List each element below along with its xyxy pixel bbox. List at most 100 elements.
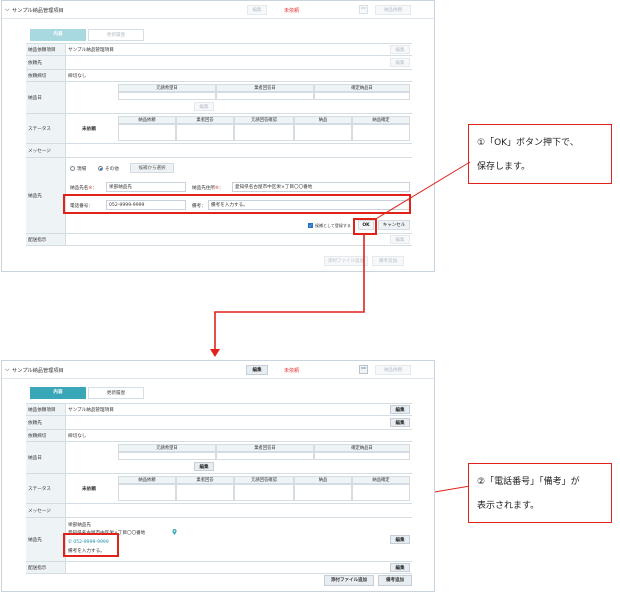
highlight-ok-button (353, 218, 377, 235)
row-status: ステータス 未依頼 納品依頼 業者回答 元請回答確認 納品 納品確定 (26, 114, 412, 144)
cell (118, 92, 216, 100)
row-label: ステータス (26, 114, 66, 143)
status-value: 未依頼 (82, 487, 96, 492)
tab-content[interactable]: 内容 (30, 29, 86, 41)
radio-other[interactable] (98, 166, 103, 171)
col-header: 確定納品日 (314, 84, 410, 92)
deadline-value: 締切なし (68, 434, 87, 439)
header-edit-button[interactable]: 編集 (247, 5, 267, 15)
row-deadline: 依頼締切 締切なし (26, 430, 412, 442)
row-delivery-instruction: 配送指示 編集 (26, 234, 412, 246)
tab-content[interactable]: 内容 (30, 387, 86, 399)
col-header: 元請回答確認 (234, 476, 294, 484)
add-note-button[interactable]: 備考追加 (378, 575, 412, 586)
attach-file-button[interactable]: 添付ファイル追加 (324, 256, 368, 266)
add-note-button[interactable]: 備考追加 (372, 256, 404, 266)
col-header: 元請希望日 (118, 444, 216, 452)
requester-edit-button[interactable]: 編集 (390, 418, 410, 427)
chevron-down-icon[interactable]: ⌵ (5, 366, 10, 374)
row-message: メッセージ (26, 144, 412, 158)
cancel-button[interactable]: キャンセル (378, 220, 410, 230)
row-label: 依頼先 (26, 416, 66, 429)
dest-address-input[interactable]: 愛知県名古屋市中区栄×丁目〇〇番地 (232, 182, 410, 192)
chevron-down-icon[interactable]: ⌵ (5, 6, 10, 14)
header-edit-button[interactable]: 編集 (246, 365, 268, 375)
col-header: 納品確定 (352, 116, 410, 124)
instruction-edit-button[interactable]: 編集 (390, 235, 410, 244)
callout-first: ①「OK」ボタン押下で、 保存します。 (468, 124, 612, 184)
calendar-icon[interactable] (359, 5, 368, 14)
row-delivery-date: 納品日 元請希望日 業者回答日 確定納品日 編集 (26, 82, 412, 114)
col-header: 元請回答確認 (234, 116, 294, 124)
register-candidate-checkbox[interactable]: ✓ (308, 223, 313, 228)
requester-edit-button[interactable]: 編集 (390, 58, 410, 67)
cell (294, 124, 352, 141)
bottom-panel-header: ⌵ サンプル納品管理項目 編集 未依頼 納品依頼 (2, 361, 434, 379)
delivery-date-edit-button[interactable]: 編集 (194, 102, 214, 111)
dest-address-label: 納品先住所※： (192, 186, 224, 191)
row-label: メッセージ (26, 504, 66, 517)
row-label: 納品依頼項目 (26, 44, 66, 55)
map-pin-icon[interactable] (172, 529, 177, 535)
callout-second-line2: 表示されます。 (477, 501, 540, 511)
row-status: ステータス 未依頼 納品依頼 業者回答 元請回答確認 納品 納品確定 (26, 474, 412, 504)
cell (352, 124, 410, 141)
item-value: サンプル納品管理項目 (68, 48, 114, 53)
radio-site[interactable] (70, 166, 75, 171)
cell (118, 124, 176, 141)
header-status: 未依頼 (284, 8, 300, 14)
col-header: 納品 (294, 116, 352, 124)
select-candidate-button[interactable]: 候補から選択 (130, 163, 174, 173)
dest-name-input[interactable]: 栄部納品先 (106, 182, 186, 192)
flow-arrow-head (210, 349, 220, 357)
col-header: 納品確定 (352, 476, 410, 484)
panel-title: サンプル納品管理項目 (12, 368, 64, 374)
col-header: 納品依頼 (118, 116, 176, 124)
tab-history[interactable]: 更新履歴 (88, 29, 144, 41)
cell (118, 484, 176, 501)
col-header: 納品 (294, 476, 352, 484)
deadline-value: 締切なし (68, 74, 87, 79)
callout-second: ②「電話番号」「備考」が 表示されます。 (468, 463, 612, 523)
highlight-saved-phone-note (63, 533, 119, 557)
row-requester: 依頼先 編集 (26, 416, 412, 430)
delivery-date-edit-button[interactable]: 編集 (194, 462, 214, 471)
col-header: 業者回答日 (216, 444, 314, 452)
dest-edit-button[interactable]: 編集 (390, 535, 410, 544)
cell (176, 484, 234, 501)
radio-other-label: その他 (105, 167, 119, 172)
radio-site-label: 現場 (77, 167, 87, 172)
row-label: 納品日 (26, 442, 66, 473)
col-header: 業者回答 (176, 116, 234, 124)
item-edit-button[interactable]: 編集 (390, 405, 410, 414)
row-delivery-instruction: 配送指示 編集 (26, 562, 412, 574)
row-label: 納品依頼項目 (26, 404, 66, 415)
row-requester: 依頼先 編集 (26, 56, 412, 70)
calendar-icon[interactable] (359, 365, 368, 374)
instruction-edit-button[interactable]: 編集 (390, 563, 410, 572)
tab-history[interactable]: 更新履歴 (88, 387, 144, 399)
row-label: メッセージ (26, 144, 66, 157)
cell (352, 484, 410, 501)
callout-first-line1: ①「OK」ボタン押下で、 (477, 138, 579, 148)
row-label: 配送指示 (26, 234, 66, 245)
highlight-phone-note (63, 194, 411, 214)
callout-second-line1: ②「電話番号」「備考」が (477, 477, 580, 487)
header-status: 未依頼 (284, 368, 300, 374)
col-header: 確定納品日 (314, 444, 410, 452)
row-item: 納品依頼項目 サンプル納品管理項目 編集 (26, 44, 412, 56)
cell (234, 124, 294, 141)
attach-file-button[interactable]: 添付ファイル追加 (324, 575, 374, 586)
cell (118, 452, 216, 460)
callout-first-line2: 保存します。 (477, 162, 531, 172)
cell (216, 92, 314, 100)
request-button[interactable]: 納品依頼 (375, 365, 411, 375)
register-candidate-label: 候補として登録する (315, 223, 351, 228)
top-panel-header: ⌵ サンプル納品管理項目 編集 未依頼 納品依頼 (2, 1, 434, 19)
request-button[interactable]: 納品依頼 (375, 5, 411, 15)
row-deadline: 依頼締切 締切なし (26, 70, 412, 82)
row-label: 依頼先 (26, 56, 66, 69)
item-edit-button[interactable]: 編集 (390, 45, 410, 54)
bottom-delivery-panel: ⌵ サンプル納品管理項目 編集 未依頼 納品依頼 内容 更新履歴 納品依頼項目 … (1, 360, 435, 592)
row-delivery-date: 納品日 元請希望日 業者回答日 確定納品日 編集 (26, 442, 412, 474)
